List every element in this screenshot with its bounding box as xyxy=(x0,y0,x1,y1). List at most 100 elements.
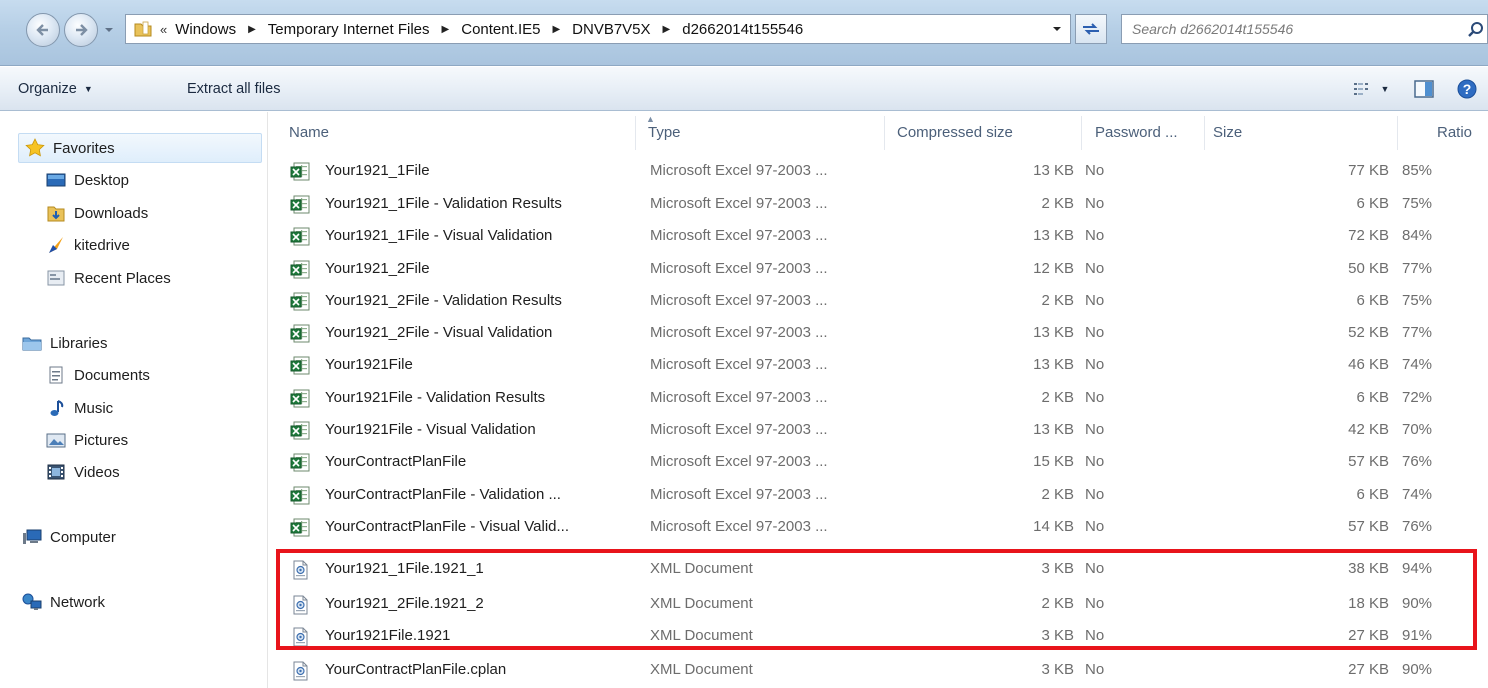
file-password: No xyxy=(1085,356,1105,373)
breadcrumb-item-current-folder[interactable]: d2662014t155546 xyxy=(682,21,803,38)
view-options-button[interactable]: ▼ xyxy=(1340,81,1402,97)
file-type: XML Document xyxy=(650,661,753,678)
desktop-icon xyxy=(46,171,66,189)
file-row[interactable]: Your1921_1File - Visual Validation Micro… xyxy=(269,221,1488,253)
file-row[interactable]: Your1921File Microsoft Excel 97-2003 ...… xyxy=(269,350,1488,382)
column-divider[interactable] xyxy=(1397,116,1398,150)
sidebar-item-downloads[interactable]: Downloads xyxy=(46,201,148,225)
excel-file-icon xyxy=(290,227,310,247)
search-input[interactable] xyxy=(1122,15,1442,43)
breadcrumb-overflow[interactable]: « xyxy=(160,22,167,37)
recent-pages-dropdown-icon[interactable] xyxy=(103,24,115,36)
back-button[interactable] xyxy=(26,13,60,47)
file-row[interactable]: Your1921File - Validation Results Micros… xyxy=(269,383,1488,415)
file-row[interactable]: Your1921_1File.1921_1 XML Document 3 KB … xyxy=(269,554,1488,586)
sidebar-item-videos[interactable]: Videos xyxy=(46,460,120,484)
chevron-right-icon[interactable]: ▶ xyxy=(442,24,450,35)
file-size: 72 KB xyxy=(1348,227,1389,244)
file-type: Microsoft Excel 97-2003 ... xyxy=(650,389,828,406)
search-box[interactable] xyxy=(1121,14,1488,44)
sidebar-item-pictures[interactable]: Pictures xyxy=(46,428,128,452)
help-button[interactable]: ? xyxy=(1446,79,1488,99)
chevron-down-icon: ▼ xyxy=(83,83,93,94)
file-password: No xyxy=(1085,661,1105,678)
file-ratio: 74% xyxy=(1402,486,1433,503)
file-name: Your1921_2File - Visual Validation xyxy=(325,324,553,341)
file-row[interactable]: Your1921_2File Microsoft Excel 97-2003 .… xyxy=(269,254,1488,286)
preview-pane-button[interactable] xyxy=(1402,80,1446,98)
excel-file-icon xyxy=(290,356,310,376)
column-header-type[interactable]: Type xyxy=(648,124,681,141)
excel-file-icon xyxy=(290,389,310,409)
column-divider[interactable] xyxy=(1081,116,1082,150)
file-password: No xyxy=(1085,595,1105,612)
file-name: Your1921_1File - Visual Validation xyxy=(325,227,553,244)
breadcrumb-item-windows[interactable]: Windows xyxy=(175,21,236,38)
file-row[interactable]: Your1921_1File Microsoft Excel 97-2003 .… xyxy=(269,156,1488,188)
file-row[interactable]: Your1921_2File - Validation Results Micr… xyxy=(269,286,1488,318)
search-icon[interactable] xyxy=(1467,21,1485,39)
file-row[interactable]: Your1921_1File - Validation Results Micr… xyxy=(269,189,1488,221)
file-name: Your1921File.1921 xyxy=(325,627,451,644)
file-compressed-size: 15 KB xyxy=(1033,453,1074,470)
column-header-size[interactable]: Size xyxy=(1213,124,1242,141)
column-header-compressed-size[interactable]: Compressed size xyxy=(897,124,1013,141)
forward-button[interactable] xyxy=(64,13,98,47)
breadcrumb-item-content-ie5[interactable]: Content.IE5 xyxy=(461,21,540,38)
address-bar: « Windows ▶ Temporary Internet Files ▶ C… xyxy=(0,0,1488,66)
file-password: No xyxy=(1085,627,1105,644)
sidebar-item-recent-places[interactable]: Recent Places xyxy=(46,266,171,290)
column-divider[interactable] xyxy=(884,116,885,150)
sidebar-item-kitedrive[interactable]: kitedrive xyxy=(46,233,130,257)
address-history-dropdown-icon[interactable] xyxy=(1052,24,1062,34)
file-type: XML Document xyxy=(650,560,753,577)
file-row[interactable]: YourContractPlanFile.cplan XML Document … xyxy=(269,655,1488,687)
file-password: No xyxy=(1085,389,1105,406)
file-compressed-size: 2 KB xyxy=(1041,292,1074,309)
file-compressed-size: 3 KB xyxy=(1041,560,1074,577)
organize-button[interactable]: Organize ▼ xyxy=(18,81,93,97)
pictures-icon xyxy=(46,431,66,449)
file-type: Microsoft Excel 97-2003 ... xyxy=(650,453,828,470)
chevron-right-icon[interactable]: ▶ xyxy=(248,24,256,35)
excel-file-icon xyxy=(290,292,310,312)
xml-file-icon xyxy=(290,560,310,580)
sidebar-item-network[interactable]: Network xyxy=(22,590,105,614)
file-type: Microsoft Excel 97-2003 ... xyxy=(650,486,828,503)
file-row[interactable]: Your1921_2File.1921_2 XML Document 2 KB … xyxy=(269,589,1488,621)
breadcrumb-item-temporary-internet-files[interactable]: Temporary Internet Files xyxy=(268,21,430,38)
sidebar-item-desktop[interactable]: Desktop xyxy=(46,168,129,192)
sidebar-item-favorites[interactable]: Favorites xyxy=(18,133,262,163)
column-header-ratio[interactable]: Ratio xyxy=(1437,124,1472,141)
column-divider[interactable] xyxy=(1204,116,1205,150)
file-size: 38 KB xyxy=(1348,560,1389,577)
command-bar: Organize ▼ Extract all files ▼ ? xyxy=(0,67,1488,111)
column-header-name[interactable]: Name xyxy=(289,124,329,141)
chevron-right-icon[interactable]: ▶ xyxy=(552,24,560,35)
libraries-icon xyxy=(22,334,42,352)
file-row[interactable]: Your1921File.1921 XML Document 3 KB No 2… xyxy=(269,621,1488,653)
file-row[interactable]: YourContractPlanFile - Visual Valid... M… xyxy=(269,512,1488,544)
file-row[interactable]: Your1921File - Visual Validation Microso… xyxy=(269,415,1488,447)
sort-ascending-icon: ▲ xyxy=(646,114,655,124)
file-password: No xyxy=(1085,292,1105,309)
breadcrumb[interactable]: « Windows ▶ Temporary Internet Files ▶ C… xyxy=(125,14,1071,44)
file-password: No xyxy=(1085,195,1105,212)
chevron-right-icon[interactable]: ▶ xyxy=(663,24,671,35)
sidebar-item-music[interactable]: Music xyxy=(46,396,113,420)
sidebar-item-libraries[interactable]: Libraries xyxy=(22,331,108,355)
sidebar-item-computer[interactable]: Computer xyxy=(22,525,116,549)
file-ratio: 75% xyxy=(1402,292,1433,309)
videos-icon xyxy=(46,463,66,481)
file-row[interactable]: YourContractPlanFile Microsoft Excel 97-… xyxy=(269,447,1488,479)
refresh-button[interactable] xyxy=(1075,14,1107,44)
extract-all-files-button[interactable]: Extract all files xyxy=(187,81,280,97)
file-size: 6 KB xyxy=(1356,195,1389,212)
sidebar-item-documents[interactable]: Documents xyxy=(46,363,150,387)
breadcrumb-item-dnvb7v5x[interactable]: DNVB7V5X xyxy=(572,21,650,38)
file-row[interactable]: YourContractPlanFile - Validation ... Mi… xyxy=(269,480,1488,512)
column-divider[interactable] xyxy=(635,116,636,150)
column-header-password[interactable]: Password ... xyxy=(1095,124,1178,141)
file-row[interactable]: Your1921_2File - Visual Validation Micro… xyxy=(269,318,1488,350)
help-icon: ? xyxy=(1457,79,1477,99)
